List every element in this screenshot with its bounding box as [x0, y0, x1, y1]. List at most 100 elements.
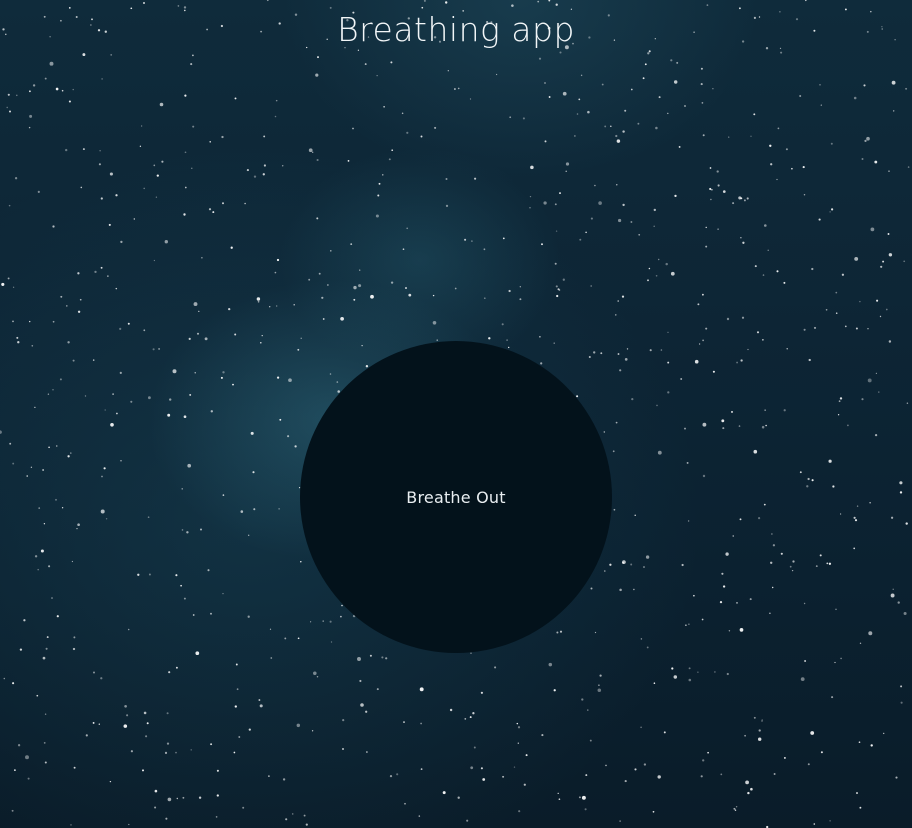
star: [152, 348, 155, 351]
star: [847, 424, 849, 427]
star: [404, 802, 406, 805]
star: [92, 721, 95, 724]
star: [861, 398, 864, 401]
star: [222, 202, 224, 205]
star: [674, 194, 677, 198]
star: [716, 170, 719, 173]
star: [772, 544, 776, 547]
star: [155, 196, 158, 198]
star: [653, 682, 656, 684]
star: [810, 731, 815, 735]
star: [803, 328, 806, 331]
star: [357, 657, 361, 661]
star: [420, 722, 422, 725]
star: [198, 796, 202, 799]
star: [749, 598, 752, 601]
star: [98, 163, 101, 166]
star: [148, 573, 151, 576]
star: [890, 516, 894, 519]
star: [308, 148, 313, 153]
star: [278, 508, 280, 510]
star: [357, 49, 360, 51]
star: [25, 755, 29, 760]
star: [856, 792, 858, 794]
star: [77, 272, 80, 275]
star: [731, 410, 733, 413]
star: [390, 281, 394, 284]
star: [396, 773, 399, 776]
star: [9, 110, 11, 113]
star: [543, 81, 547, 85]
star: [837, 414, 840, 416]
star: [192, 614, 195, 616]
star: [140, 125, 143, 127]
star: [194, 372, 196, 374]
star: [622, 130, 625, 133]
star: [702, 474, 706, 478]
star: [684, 105, 686, 107]
star: [12, 462, 15, 465]
star: [159, 102, 164, 107]
star: [663, 731, 666, 734]
star: [829, 211, 831, 213]
star: [143, 329, 146, 332]
star: [44, 713, 47, 715]
star: [77, 310, 81, 313]
star: [29, 320, 31, 323]
star: [313, 671, 317, 676]
star: [637, 122, 640, 125]
star: [391, 149, 394, 152]
star: [143, 2, 145, 4]
star: [258, 699, 261, 701]
star: [819, 554, 822, 557]
star: [14, 769, 16, 771]
star: [12, 320, 14, 323]
star: [649, 349, 652, 352]
star: [401, 112, 404, 115]
star: [303, 814, 306, 817]
star: [832, 485, 835, 488]
star: [624, 780, 627, 783]
star: [12, 682, 15, 685]
star: [615, 134, 618, 138]
star: [23, 619, 26, 622]
star: [403, 721, 405, 724]
star: [34, 406, 36, 409]
star: [70, 824, 72, 826]
star: [657, 450, 662, 455]
star: [673, 675, 678, 679]
star: [773, 773, 776, 775]
star: [776, 178, 778, 181]
star: [785, 148, 788, 151]
star: [177, 5, 180, 7]
star: [813, 326, 817, 329]
star: [562, 91, 567, 96]
star: [198, 310, 200, 313]
star: [619, 369, 622, 372]
star: [52, 320, 55, 323]
star: [432, 294, 435, 297]
star: [762, 274, 765, 276]
star: [311, 730, 314, 732]
star: [44, 77, 47, 80]
star: [153, 164, 156, 167]
star: [359, 269, 361, 271]
star: [128, 823, 130, 826]
star: [72, 647, 76, 651]
star: [46, 636, 49, 639]
star: [260, 342, 262, 344]
star: [554, 203, 557, 206]
star: [143, 187, 145, 190]
star: [616, 139, 621, 143]
star: [359, 679, 362, 683]
star: [854, 256, 859, 261]
star: [758, 517, 761, 520]
star: [874, 160, 878, 164]
star: [630, 88, 633, 91]
star: [82, 148, 85, 151]
star: [720, 773, 723, 776]
star: [184, 94, 187, 97]
star: [101, 475, 103, 478]
star: [750, 787, 753, 791]
star: [389, 775, 393, 778]
